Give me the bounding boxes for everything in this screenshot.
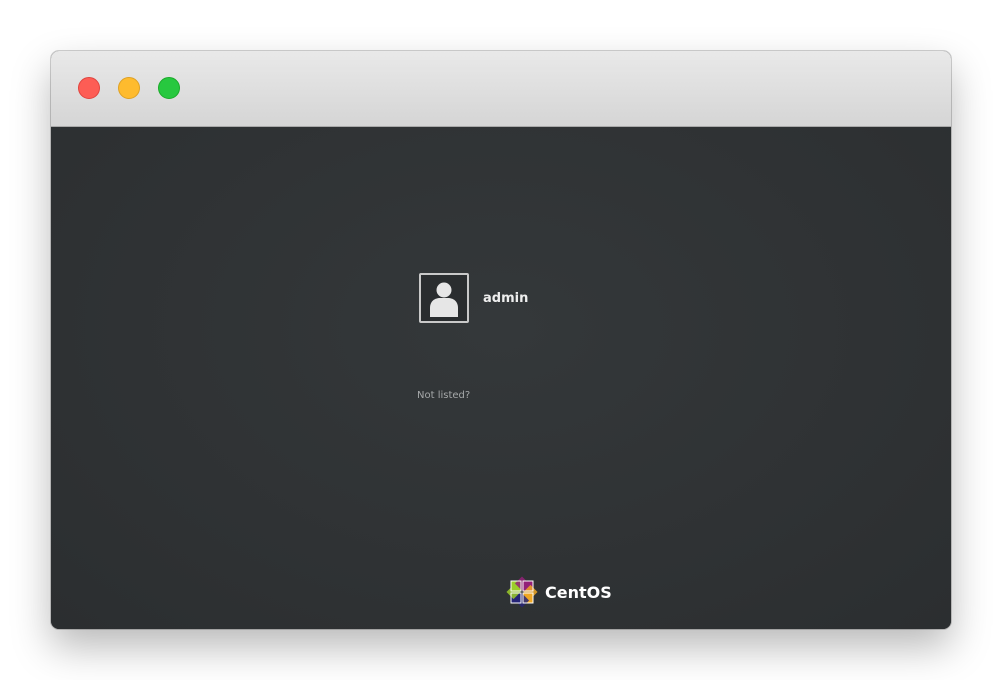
brand: CentOS (505, 575, 612, 609)
minimize-button[interactable] (118, 77, 140, 99)
centos-logo-icon (506, 576, 538, 608)
user-list-item-admin[interactable]: admin (419, 273, 528, 323)
not-listed-link[interactable]: Not listed? (417, 390, 470, 401)
app-window: admin Not listed? CentOS (51, 51, 951, 629)
maximize-button[interactable] (158, 77, 180, 99)
brand-name: CentOS (545, 582, 612, 602)
user-avatar-icon (419, 273, 469, 323)
login-screen: admin Not listed? CentOS (51, 127, 951, 629)
title-bar[interactable] (51, 51, 951, 127)
close-button[interactable] (78, 77, 100, 99)
user-name-label: admin (483, 290, 529, 306)
